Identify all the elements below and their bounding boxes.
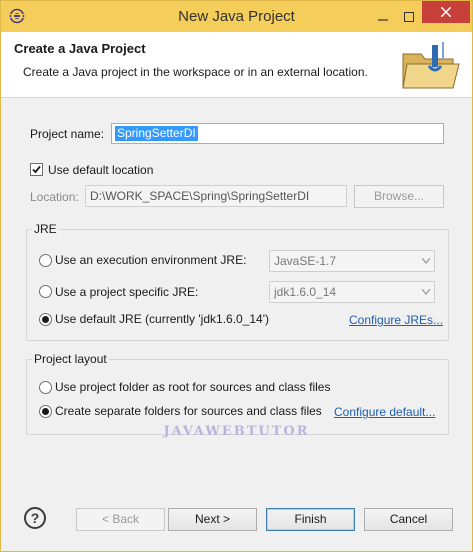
back-button[interactable]: < Back <box>76 508 165 531</box>
project-folder-root-radio[interactable] <box>39 381 52 394</box>
separate-folders-radio[interactable] <box>39 405 52 418</box>
page-description: Create a Java project in the workspace o… <box>23 65 368 79</box>
location-label: Location: <box>30 190 79 204</box>
execution-environment-value: JavaSE-1.7 <box>274 254 337 268</box>
cancel-button[interactable]: Cancel <box>364 508 453 531</box>
maximize-icon <box>404 11 414 22</box>
project-folder-root-label: Use project folder as root for sources a… <box>55 380 331 394</box>
java-project-folder-icon <box>402 42 460 89</box>
execution-environment-radio[interactable] <box>39 254 52 267</box>
maximize-button[interactable] <box>397 1 421 32</box>
jre-group-title: JRE <box>32 222 59 236</box>
close-button[interactable] <box>422 1 470 23</box>
project-layout-group-title: Project layout <box>32 352 109 366</box>
execution-environment-label: Use an execution environment JRE: <box>55 253 247 267</box>
watermark: JAVAWEBTUTOR <box>163 424 310 439</box>
page-title: Create a Java Project <box>14 41 146 56</box>
project-specific-jre-label: Use a project specific JRE: <box>55 285 199 299</box>
help-icon[interactable]: ? <box>24 507 46 529</box>
finish-button[interactable]: Finish <box>266 508 355 531</box>
project-name-label: Project name: <box>30 127 105 141</box>
separate-folders-label: Create separate folders for sources and … <box>55 404 322 418</box>
close-icon <box>441 7 451 17</box>
project-specific-jre-radio[interactable] <box>39 285 52 298</box>
title-bar[interactable]: New Java Project <box>1 1 472 32</box>
default-jre-radio[interactable] <box>39 313 52 326</box>
minimize-button[interactable] <box>371 1 395 32</box>
project-name-input[interactable]: SpringSetterDI <box>111 123 444 144</box>
location-input[interactable]: D:\WORK_SPACE\Spring\SpringSetterDI <box>85 185 347 207</box>
configure-default-link[interactable]: Configure default... <box>334 405 435 419</box>
project-specific-jre-select[interactable]: jdk1.6.0_14 <box>269 281 435 303</box>
configure-jres-link[interactable]: Configure JREs... <box>349 313 443 327</box>
chevron-down-icon <box>422 258 430 264</box>
wizard-header: Create a Java Project Create a Java proj… <box>1 32 472 98</box>
checkmark-icon <box>32 165 41 174</box>
default-jre-label: Use default JRE (currently 'jdk1.6.0_14'… <box>55 312 270 326</box>
project-specific-jre-value: jdk1.6.0_14 <box>274 285 337 299</box>
chevron-down-icon <box>422 289 430 295</box>
new-java-project-dialog: New Java Project Create a Java Project C… <box>0 0 473 552</box>
project-name-value: SpringSetterDI <box>115 126 198 141</box>
use-default-location-checkbox[interactable] <box>30 163 43 176</box>
next-button[interactable]: Next > <box>168 508 257 531</box>
use-default-location-label: Use default location <box>48 163 154 177</box>
execution-environment-select[interactable]: JavaSE-1.7 <box>269 250 435 272</box>
browse-button[interactable]: Browse... <box>354 185 444 208</box>
minimize-icon <box>378 18 388 21</box>
